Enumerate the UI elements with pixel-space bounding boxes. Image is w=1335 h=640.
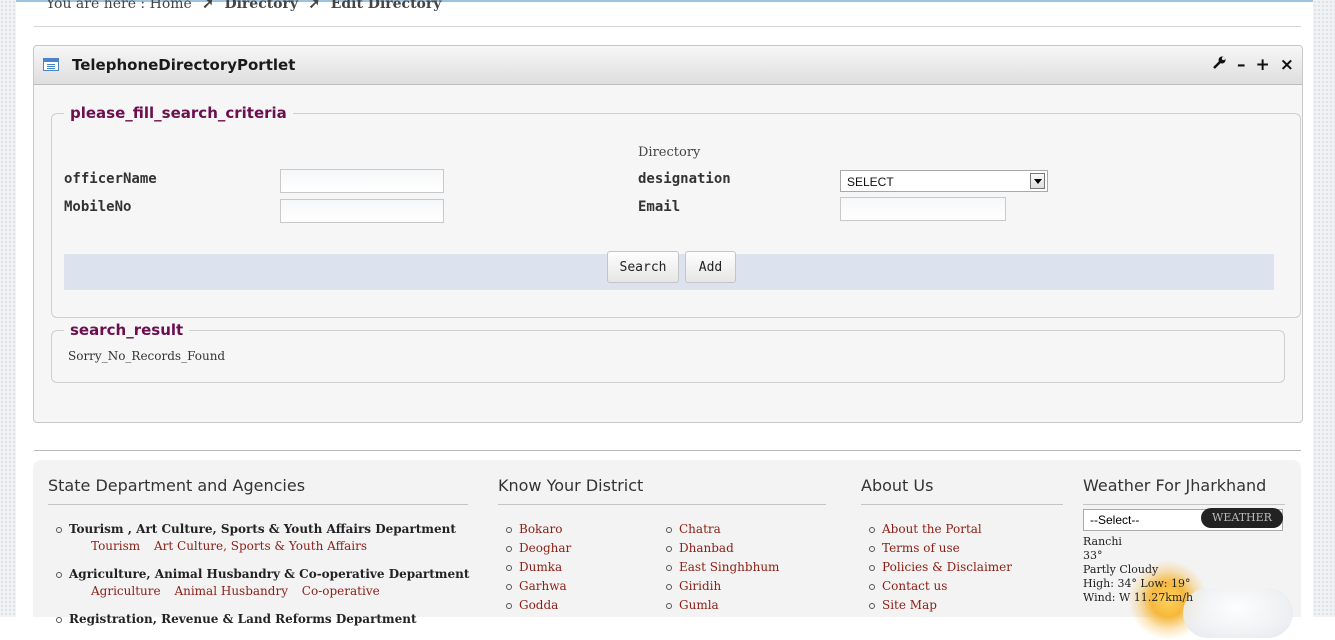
about-link[interactable]: Terms of use: [869, 539, 1012, 558]
weather-select-value: --Select--: [1090, 513, 1140, 527]
search-result-legend: search_result: [70, 321, 184, 339]
breadcrumb-prefix: You are here :: [46, 0, 146, 12]
district-link[interactable]: Giridih: [666, 577, 779, 596]
department-sub-link[interactable]: Agriculture: [91, 584, 161, 598]
portlet-title: TelephoneDirectoryPortlet: [72, 56, 296, 74]
department-sub-link[interactable]: Art Culture, Sports & Youth Affairs: [154, 539, 367, 553]
weather-heading-rule: [1083, 504, 1285, 505]
districts-list-col1: Bokaro Deoghar Dumka Garhwa Godda: [506, 520, 571, 615]
department-sub-link[interactable]: Co-operative: [302, 584, 380, 598]
breadcrumb: You are here : Home ➚ Directory ➚ Edit D…: [46, 0, 441, 12]
breadcrumb-home[interactable]: Home: [150, 0, 192, 12]
left-page-border: [0, 0, 16, 617]
district-link[interactable]: Bokaro: [506, 520, 571, 539]
directory-section-label: Directory: [638, 145, 701, 160]
department-item: Registration, Revenue & Land Reforms Dep…: [56, 612, 417, 626]
weather-info: Ranchi 33° Partly Cloudy High: 34° Low: …: [1083, 535, 1193, 605]
district-link[interactable]: East Singhbhum: [666, 558, 779, 577]
weather-high-low: High: 34° Low: 19°: [1083, 577, 1191, 590]
mobile-no-input[interactable]: [280, 199, 444, 223]
department-item: Agriculture, Animal Husbandry & Co-opera…: [56, 567, 469, 598]
cloud-icon: [1183, 588, 1293, 638]
weather-temp: 33°: [1083, 549, 1103, 562]
about-heading: About Us: [861, 476, 934, 495]
search-button[interactable]: Search: [607, 251, 679, 283]
no-records-message: Sorry_No_Records_Found: [68, 349, 226, 363]
district-link[interactable]: Dhanbad: [666, 539, 779, 558]
officer-name-label: officerName: [64, 171, 157, 187]
districts-list-col2: Chatra Dhanbad East Singhbhum Giridih Gu…: [666, 520, 779, 615]
breadcrumb-separator-icon: ➚: [308, 0, 321, 12]
districts-heading: Know Your District: [498, 476, 644, 495]
officer-name-input[interactable]: [280, 169, 444, 193]
email-label: Email: [638, 199, 681, 215]
about-link[interactable]: About the Portal: [869, 520, 1012, 539]
departments-heading-rule: [48, 504, 468, 505]
department-sub-link[interactable]: Animal Husbandry: [174, 584, 288, 598]
district-link[interactable]: Dumka: [506, 558, 571, 577]
district-link[interactable]: Godda: [506, 596, 571, 615]
weather-heading: Weather For Jharkhand: [1083, 476, 1267, 495]
footer-divider: [34, 450, 1301, 451]
districts-heading-rule: [498, 504, 826, 505]
department-name[interactable]: Agriculture, Animal Husbandry & Co-opera…: [56, 567, 469, 581]
district-link[interactable]: Garhwa: [506, 577, 571, 596]
weather-button[interactable]: WEATHER: [1201, 508, 1283, 528]
district-link[interactable]: Deoghar: [506, 539, 571, 558]
weather-condition: Partly Cloudy: [1083, 563, 1159, 576]
search-result-fieldset: search_result Sorry_No_Records_Found: [51, 321, 1285, 383]
department-name[interactable]: Registration, Revenue & Land Reforms Dep…: [56, 612, 417, 626]
email-input[interactable]: [840, 197, 1006, 221]
about-link[interactable]: Contact us: [869, 577, 1012, 596]
portlet-title-bar: TelephoneDirectoryPortlet – + ×: [34, 46, 1302, 85]
about-link[interactable]: Policies & Disclaimer: [869, 558, 1012, 577]
search-criteria-legend: please_fill_search_criteria: [70, 104, 287, 122]
weather-city: Ranchi: [1083, 535, 1122, 548]
designation-select[interactable]: SELECT: [840, 170, 1048, 192]
designation-selected-value: SELECT: [847, 175, 894, 189]
about-heading-rule: [861, 504, 1063, 505]
telephone-directory-portlet: TelephoneDirectoryPortlet – + × please_f…: [33, 45, 1303, 423]
departments-heading: State Department and Agencies: [48, 476, 306, 495]
close-icon[interactable]: ×: [1280, 55, 1294, 76]
department-sub-link[interactable]: Tourism: [91, 539, 140, 553]
mobile-no-label: MobileNo: [64, 199, 132, 215]
breadcrumb-divider: [34, 26, 1301, 27]
minimize-icon[interactable]: –: [1237, 55, 1246, 76]
breadcrumb-directory[interactable]: Directory: [224, 0, 298, 12]
portlet-icon: [43, 58, 59, 71]
designation-label: designation: [638, 171, 731, 187]
district-link[interactable]: Chatra: [666, 520, 779, 539]
footer: State Department and Agencies Tourism , …: [33, 460, 1301, 640]
weather-wind: Wind: W 11.27km/h: [1083, 591, 1194, 604]
department-item: Tourism , Art Culture, Sports & Youth Af…: [56, 522, 456, 553]
add-button[interactable]: Add: [685, 251, 736, 283]
search-criteria-fieldset: please_fill_search_criteria Directory of…: [51, 104, 1301, 318]
wrench-icon[interactable]: [1211, 55, 1227, 76]
breadcrumb-separator-icon: ➚: [202, 0, 214, 12]
portlet-controls: – + ×: [1211, 55, 1294, 76]
district-link[interactable]: Gumla: [666, 596, 779, 615]
maximize-icon[interactable]: +: [1256, 55, 1270, 76]
about-link[interactable]: Site Map: [869, 596, 1012, 615]
right-page-border: [1313, 0, 1335, 617]
department-name[interactable]: Tourism , Art Culture, Sports & Youth Af…: [56, 522, 456, 536]
chevron-down-icon[interactable]: [1030, 173, 1045, 189]
breadcrumb-current: Edit Directory: [330, 0, 442, 12]
about-list: About the Portal Terms of use Policies &…: [869, 520, 1012, 615]
